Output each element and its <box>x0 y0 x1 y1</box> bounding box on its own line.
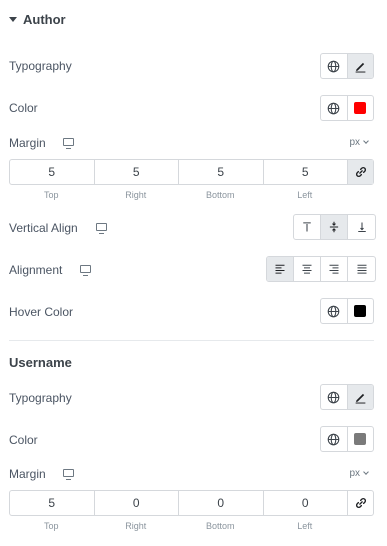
author-typography-controls <box>320 53 374 79</box>
dimension-label-left: Left <box>297 521 313 531</box>
dimension-label-top: Top <box>43 190 59 200</box>
align-middle-icon[interactable] <box>321 215 348 239</box>
username-color-controls <box>320 426 374 452</box>
author-color-picker[interactable] <box>346 96 373 120</box>
dimension-label-right: Right <box>125 190 147 200</box>
globe-icon[interactable] <box>321 96 347 120</box>
dimension-label-right: Right <box>125 521 147 531</box>
margin-top-input[interactable]: 5 <box>10 160 95 184</box>
alignment-label: Alignment <box>9 263 63 277</box>
monitor-icon[interactable] <box>96 223 107 234</box>
globe-icon[interactable] <box>321 54 347 78</box>
text-align-center-icon[interactable] <box>294 257 321 281</box>
caret-down-icon <box>9 17 17 22</box>
author-margin-inputs: 5 5 5 5 <box>9 159 374 185</box>
chevron-down-icon <box>363 469 369 475</box>
author-color-controls <box>320 95 374 121</box>
link-icon[interactable] <box>348 160 373 184</box>
dimension-label-left: Left <box>297 190 313 200</box>
margin-top-input[interactable]: 5 <box>10 491 95 515</box>
text-align-justify-icon[interactable] <box>348 257 375 281</box>
monitor-icon[interactable] <box>80 265 91 276</box>
section-author-title: Author <box>23 12 66 27</box>
globe-icon[interactable] <box>321 299 347 323</box>
pencil-icon[interactable] <box>346 54 373 78</box>
dimension-label-top: Top <box>43 521 59 531</box>
color-swatch <box>354 102 367 114</box>
align-bottom-icon[interactable] <box>348 215 375 239</box>
username-margin-inputs: 5 0 0 0 <box>9 490 374 516</box>
margin-dimension-labels: Top Right Bottom Left <box>9 190 347 200</box>
color-label: Color <box>9 433 38 447</box>
section-username-title: Username <box>9 355 72 370</box>
align-top-icon[interactable] <box>294 215 321 239</box>
color-swatch <box>354 305 367 317</box>
monitor-icon[interactable] <box>63 138 74 149</box>
margin-label: Margin <box>9 136 46 150</box>
alignment-choices <box>266 256 376 282</box>
dimension-label-bottom: Bottom <box>205 521 235 531</box>
vertical-align-choices <box>293 214 376 240</box>
color-label: Color <box>9 101 38 115</box>
margin-right-input[interactable]: 5 <box>95 160 179 184</box>
color-swatch <box>354 433 367 445</box>
text-align-right-icon[interactable] <box>321 257 348 281</box>
username-color-picker[interactable] <box>346 427 373 451</box>
typography-label: Typography <box>9 391 72 405</box>
unit-value: px <box>349 137 360 148</box>
unit-select[interactable]: px <box>349 468 369 479</box>
unit-select[interactable]: px <box>349 137 369 148</box>
margin-bottom-input[interactable]: 0 <box>179 491 264 515</box>
chevron-down-icon <box>363 138 369 144</box>
globe-icon[interactable] <box>321 427 347 451</box>
margin-right-input[interactable]: 0 <box>95 491 179 515</box>
monitor-icon[interactable] <box>63 469 74 480</box>
author-hover-color-controls <box>320 298 374 324</box>
globe-icon[interactable] <box>321 385 347 409</box>
margin-label: Margin <box>9 467 46 481</box>
section-author-header[interactable]: Author <box>9 12 66 27</box>
margin-dimension-labels: Top Right Bottom Left <box>9 521 347 531</box>
username-typography-controls <box>320 384 374 410</box>
margin-left-input[interactable]: 5 <box>264 160 348 184</box>
dimension-label-bottom: Bottom <box>205 190 235 200</box>
author-hover-color-picker[interactable] <box>346 299 373 323</box>
section-divider <box>9 340 374 341</box>
pencil-icon[interactable] <box>346 385 373 409</box>
vertical-align-label: Vertical Align <box>9 221 78 235</box>
margin-bottom-input[interactable]: 5 <box>179 160 264 184</box>
link-icon[interactable] <box>348 491 373 515</box>
margin-left-input[interactable]: 0 <box>264 491 348 515</box>
text-align-left-icon[interactable] <box>267 257 294 281</box>
typography-label: Typography <box>9 59 72 73</box>
unit-value: px <box>349 468 360 479</box>
hover-color-label: Hover Color <box>9 305 74 319</box>
